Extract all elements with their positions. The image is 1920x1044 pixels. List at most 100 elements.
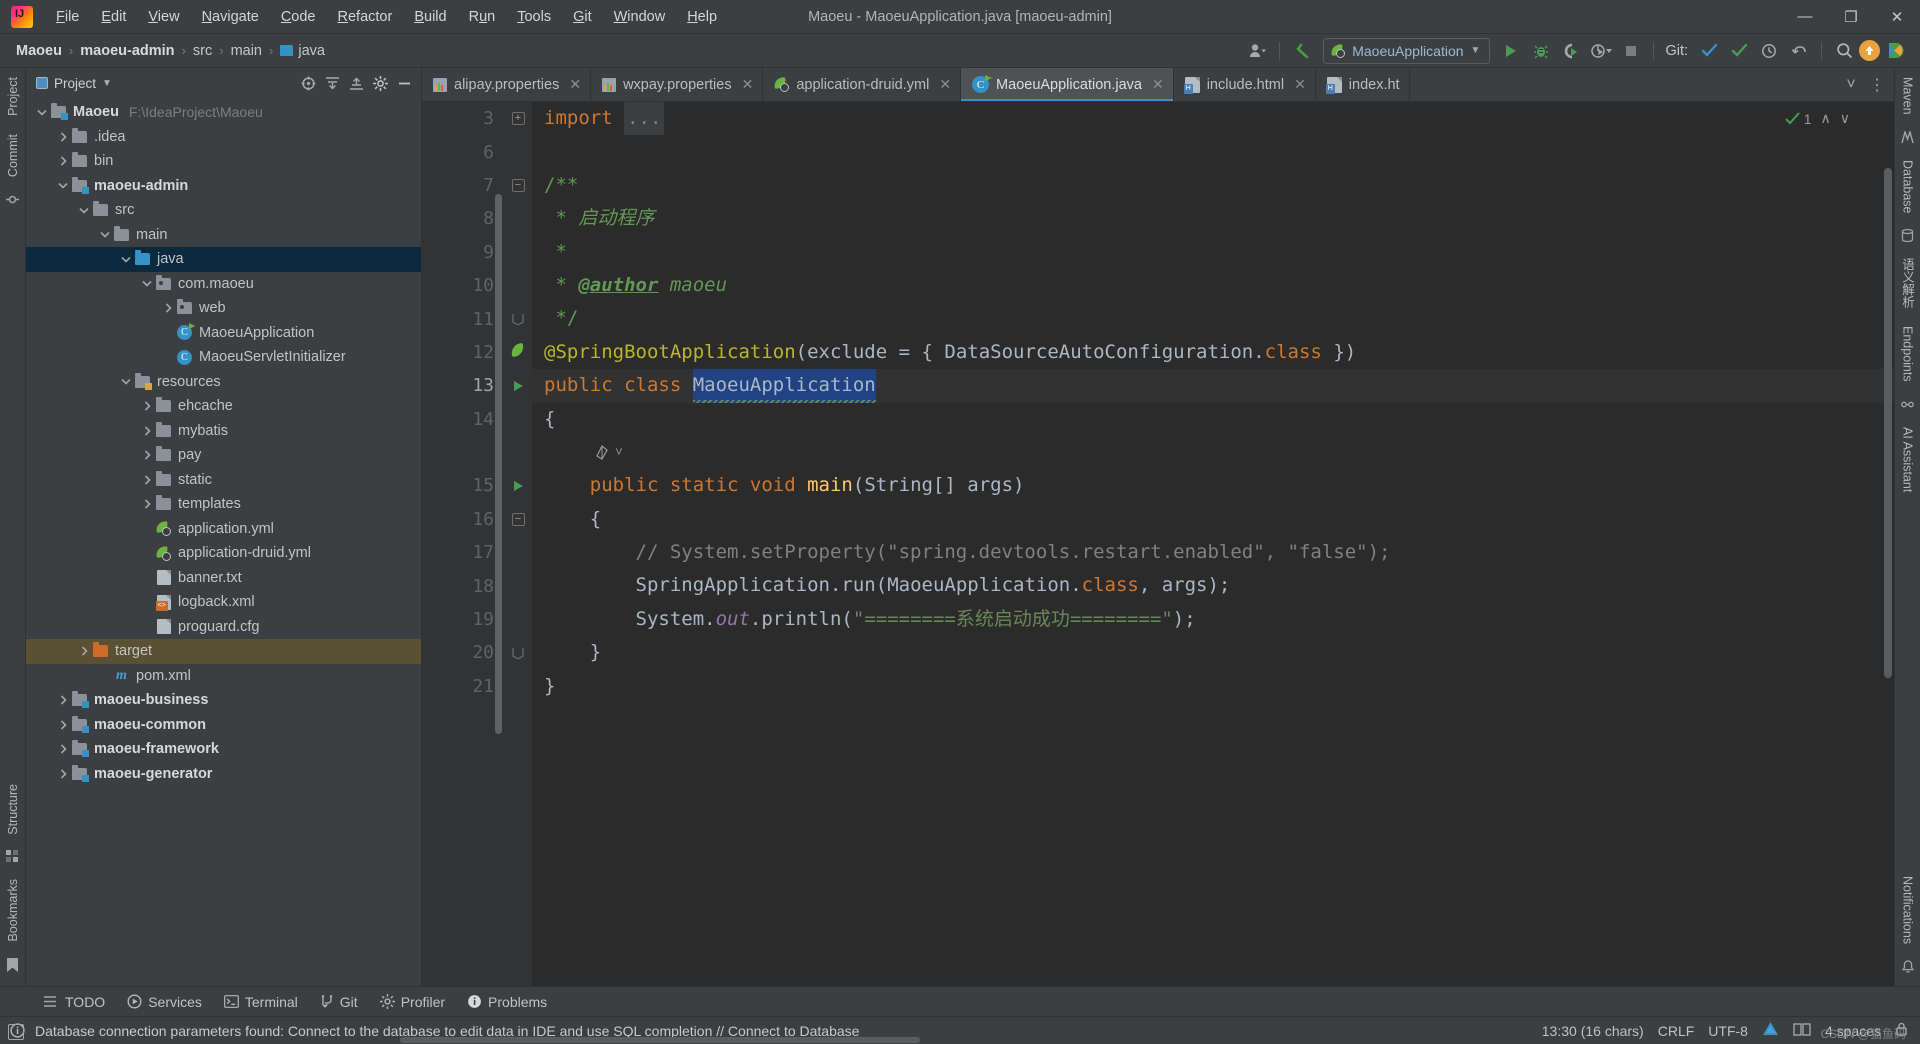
chevron-right-icon[interactable] <box>139 401 155 411</box>
chevron-right-icon[interactable] <box>55 769 71 779</box>
code-line[interactable]: } <box>532 670 1894 703</box>
tree-node-maoeu-generator[interactable]: maoeu-generator <box>26 762 421 787</box>
tree-node-pom-xml[interactable]: m pom.xml <box>26 664 421 689</box>
editor-tab-alipay-properties[interactable]: alipay.properties ✕ <box>422 68 592 101</box>
chevron-right-icon[interactable] <box>55 695 71 705</box>
tool-window-notifications[interactable]: Notifications <box>1897 867 1919 953</box>
tree-node-banner-txt[interactable]: banner.txt <box>26 566 421 591</box>
git-commit-icon[interactable] <box>1724 38 1754 64</box>
chevron-right-icon[interactable] <box>139 499 155 509</box>
code-line[interactable]: @SpringBootApplication (exclude = { DataS… <box>532 336 1894 369</box>
updates-available-icon[interactable] <box>1859 40 1880 61</box>
menu-view[interactable]: View <box>137 5 190 29</box>
fold-minus-gutter-icon[interactable]: − <box>504 503 532 536</box>
code-line[interactable]: /** <box>532 169 1894 202</box>
menu-build[interactable]: Build <box>403 5 457 29</box>
tree-node-web[interactable]: web <box>26 296 421 321</box>
tool-window-commit[interactable]: Commit <box>2 125 24 186</box>
menu-tools[interactable]: Tools <box>506 5 562 29</box>
line-number[interactable]: 17 <box>422 536 504 569</box>
hide-panel-icon[interactable] <box>393 72 415 94</box>
close-tab-icon[interactable]: ✕ <box>1152 76 1164 93</box>
caret-position-widget[interactable]: 13:30 (16 chars) <box>1542 1023 1644 1039</box>
tree-node-application-yml[interactable]: application.yml <box>26 517 421 542</box>
line-number[interactable]: 16 <box>422 503 504 536</box>
tree-node-maoeuapplication[interactable]: C MaoeuApplication <box>26 321 421 346</box>
line-number[interactable]: 19 <box>422 603 504 636</box>
code-line[interactable]: SpringApplication. run (MaoeuApplication. c… <box>532 569 1894 602</box>
fold-end-gutter-icon[interactable] <box>504 302 532 335</box>
line-number[interactable]: 15 <box>422 469 504 502</box>
run-gutter-icon[interactable] <box>504 369 532 402</box>
chevron-right-icon[interactable] <box>55 720 71 730</box>
tree-node-static[interactable]: static <box>26 468 421 493</box>
editor-tab-index-ht[interactable]: Hindex.ht <box>1316 68 1410 101</box>
code-line[interactable]: System. out .println("========系统启动成功======… <box>532 603 1894 636</box>
reader-mode-icon[interactable] <box>1793 1022 1811 1039</box>
fold-plus-gutter-icon[interactable]: + <box>504 102 532 135</box>
tool-window-bookmarks[interactable]: Bookmarks <box>2 870 24 951</box>
tab-list-chevron-icon[interactable]: ˅ <box>1840 74 1862 96</box>
tree-node-maoeuservletinitializer[interactable]: C MaoeuServletInitializer <box>26 345 421 370</box>
line-number[interactable]: 21 <box>422 670 504 703</box>
line-number[interactable]: 13 <box>422 369 504 402</box>
tree-node-maoeu-admin[interactable]: maoeu-admin <box>26 174 421 199</box>
code-line[interactable]: { <box>532 503 1894 536</box>
tree-node-logback-xml[interactable]: <> logback.xml <box>26 590 421 615</box>
spring-bean-gutter-icon[interactable] <box>504 336 532 369</box>
editor-tab-application-druid-yml[interactable]: application-druid.yml ✕ <box>763 68 962 101</box>
close-button[interactable]: ✕ <box>1874 0 1920 34</box>
git-history-icon[interactable] <box>1754 38 1784 64</box>
bottom-tool-window-services[interactable]: Services <box>117 991 212 1013</box>
code-line[interactable]: public static void main (String[] args) <box>532 469 1894 502</box>
line-separator-widget[interactable]: CRLF <box>1658 1023 1695 1039</box>
menu-run[interactable]: Run <box>458 5 507 29</box>
tool-window-bar-bottom[interactable]: TODO Services Terminal Git Profiler Problems <box>0 986 1920 1016</box>
menu-window[interactable]: Window <box>603 5 677 29</box>
stop-icon[interactable] <box>1616 38 1646 64</box>
tree-node-main[interactable]: main <box>26 223 421 248</box>
previous-problem-icon[interactable]: ∧ <box>1821 110 1831 127</box>
close-tab-icon[interactable]: ✕ <box>1294 76 1306 93</box>
tree-node-maoeu-common[interactable]: maoeu-common <box>26 713 421 738</box>
tree-node-proguard-cfg[interactable]: proguard.cfg <box>26 615 421 640</box>
code-editor[interactable]: 3 6 7 8 9 10 11 12 13 14 15 16 17 18 19 20 21 + − − import… <box>422 102 1894 986</box>
search-icon[interactable] <box>1829 38 1859 64</box>
chevron-down-icon[interactable] <box>76 207 92 214</box>
maven-icon[interactable] <box>1901 130 1914 144</box>
bookmark-icon[interactable] <box>7 958 18 972</box>
chevron-down-icon[interactable] <box>139 280 155 287</box>
code-line[interactable]: * 启动程序 <box>532 202 1894 235</box>
chevron-down-icon[interactable] <box>118 378 134 385</box>
close-tab-icon[interactable]: ✕ <box>939 76 951 93</box>
line-number[interactable]: 20 <box>422 636 504 669</box>
line-number[interactable]: 9 <box>422 236 504 269</box>
maximize-button[interactable]: ❐ <box>1828 0 1874 34</box>
tree-node-ehcache[interactable]: ehcache <box>26 394 421 419</box>
line-number[interactable]: 12 <box>422 336 504 369</box>
code-line[interactable]: * @author maoeu <box>532 269 1894 302</box>
breadcrumb-item-maoeu[interactable]: Maoeu <box>12 41 66 61</box>
editor-gutter-markers[interactable]: + − − <box>504 102 532 986</box>
chevron-right-icon[interactable] <box>139 475 155 485</box>
collapse-all-icon[interactable] <box>345 72 367 94</box>
inspection-widget[interactable]: 1 ∧ ∨ <box>1784 110 1850 127</box>
tree-node-maoeu-business[interactable]: maoeu-business <box>26 688 421 713</box>
menu-help[interactable]: Help <box>676 5 728 29</box>
code-line[interactable]: import ... <box>532 102 1894 136</box>
tree-node-application-druid-yml[interactable]: application-druid.yml <box>26 541 421 566</box>
debug-icon[interactable] <box>1526 38 1556 64</box>
tree-node-pay[interactable]: pay <box>26 443 421 468</box>
run-with-coverage-icon[interactable] <box>1556 38 1586 64</box>
scrollbar-thumb[interactable] <box>1884 168 1892 678</box>
code-line[interactable]: */ <box>532 302 1894 335</box>
commit-icon[interactable] <box>6 193 19 206</box>
gutter-scrollbar[interactable] <box>495 194 502 734</box>
bottom-tool-window-terminal[interactable]: Terminal <box>214 991 308 1013</box>
code-content[interactable]: import ... /** * 启动程序 * * @author maoeu *… <box>532 102 1894 986</box>
locate-file-icon[interactable] <box>297 72 319 94</box>
chevron-right-icon[interactable] <box>76 646 92 656</box>
chevron-right-icon[interactable] <box>55 156 71 166</box>
run-icon[interactable] <box>1496 38 1526 64</box>
breadcrumb-item-maoeu-admin[interactable]: maoeu-admin <box>76 41 178 61</box>
